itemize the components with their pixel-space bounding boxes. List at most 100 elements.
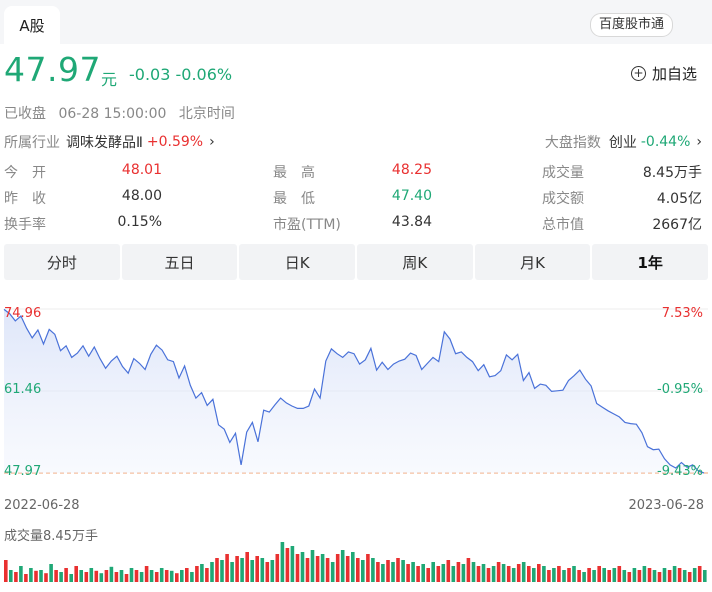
period-tab[interactable]: 分时 — [4, 244, 120, 280]
market-index-link[interactable]: 大盘指数 创业 -0.44% › — [545, 132, 702, 152]
volume-bar — [391, 562, 395, 582]
industry-link[interactable]: 所属行业 调味发酵品Ⅱ +0.59% › — [4, 132, 215, 152]
add-watchlist-label: 加自选 — [652, 64, 698, 83]
connect-badge[interactable]: 百度股市通 — [590, 13, 674, 37]
volume-bar — [431, 562, 435, 582]
volume-bar — [260, 558, 265, 582]
volume-bar — [697, 566, 702, 582]
volume-bar — [205, 568, 209, 582]
volume-bar — [471, 562, 476, 582]
market-status: 已收盘 06-28 15:00:00 北京时间 — [4, 103, 243, 123]
volume-bar — [325, 558, 330, 582]
volume-bar — [516, 564, 521, 582]
stat-value: 47.40 — [391, 188, 432, 204]
volume-bar — [532, 568, 536, 582]
volume-bar — [602, 568, 606, 582]
volume-bar — [14, 572, 18, 582]
volume-bar — [627, 572, 632, 582]
period-tab[interactable]: 1年 — [592, 244, 709, 280]
volume-bar — [677, 568, 682, 582]
market-tab-a-share[interactable]: A股 — [4, 6, 60, 44]
chevron-right-icon: › — [209, 134, 215, 150]
period-tab[interactable]: 日K — [239, 244, 356, 280]
volume-bar — [114, 572, 119, 582]
volume-bar — [129, 568, 134, 582]
volume-bar — [562, 570, 566, 582]
period-tab[interactable]: 周K — [357, 244, 473, 280]
period-tab[interactable]: 月K — [474, 244, 591, 280]
pct-axis-max-label: 7.53% — [662, 306, 703, 321]
volume-bar — [416, 566, 420, 582]
volume-bar — [647, 568, 652, 582]
volume-bar — [527, 566, 531, 582]
add-watchlist-button[interactable]: + 加自选 — [631, 62, 697, 84]
volume-bar — [692, 568, 697, 582]
volume-bar — [64, 568, 68, 582]
volume-bar — [69, 574, 73, 582]
stat-value: 48.01 — [121, 162, 162, 178]
volume-bar — [356, 558, 360, 582]
volume-bar — [552, 568, 556, 582]
volume-bar — [180, 570, 184, 582]
volume-bar — [345, 556, 350, 582]
volume-bar — [19, 566, 23, 582]
y-axis-max-label: 74.96 — [4, 306, 41, 321]
volume-bar — [144, 566, 149, 582]
volume-bar — [330, 562, 335, 582]
price-unit: 元 — [101, 70, 118, 89]
volume-bar — [622, 570, 627, 582]
x-axis-end-label: 2023-06-28 — [628, 498, 704, 513]
industry-name: 调味发酵品Ⅱ — [66, 135, 143, 151]
volume-bar — [436, 566, 441, 582]
volume-bar — [652, 570, 657, 582]
volume-bar — [396, 558, 400, 582]
volume-bar — [300, 552, 305, 582]
volume-bar — [159, 568, 164, 582]
volume-bar — [667, 570, 672, 582]
volume-bar — [461, 564, 466, 582]
volume-bar — [511, 568, 516, 582]
volume-bar — [642, 566, 647, 582]
volume-bar — [134, 570, 139, 582]
volume-bar — [456, 562, 461, 582]
volume-bar — [124, 574, 129, 582]
y-axis-min-label: 47.97 — [4, 464, 41, 479]
volume-bar — [486, 568, 491, 582]
market-index-name: 创业 — [608, 135, 637, 151]
volume-bar — [149, 570, 154, 582]
stat-value: 43.84 — [391, 214, 432, 230]
volume-bar — [215, 558, 219, 582]
stat-value: 0.15% — [117, 214, 162, 230]
stat-value: 8.45万手 — [642, 165, 702, 181]
volume-bar — [24, 574, 28, 582]
volume-bar — [703, 570, 707, 582]
chevron-right-icon: › — [696, 134, 702, 150]
volume-bar — [94, 570, 99, 582]
y-axis-mid-label: 61.46 — [4, 382, 41, 397]
volume-bar — [169, 570, 174, 582]
volume-bar — [597, 566, 601, 582]
volume-bar — [411, 562, 415, 582]
volume-bar — [79, 570, 83, 582]
volume-bar — [104, 570, 109, 582]
volume-bar — [587, 568, 591, 582]
volume-bar — [547, 570, 551, 582]
period-tabs: 分时 五日 日K 周K 月K 1年 — [4, 244, 709, 280]
volume-bar — [421, 564, 425, 582]
volume-bar — [4, 560, 8, 582]
period-tab[interactable]: 五日 — [121, 244, 238, 280]
market-index-label: 大盘指数 — [544, 135, 601, 151]
plus-circle-icon: + — [631, 65, 646, 81]
volume-bar — [381, 564, 385, 582]
volume-bar — [351, 552, 355, 582]
x-axis-start-label: 2022-06-28 — [4, 498, 80, 513]
status-state: 已收盘 — [4, 106, 46, 122]
volume-bar — [401, 560, 405, 582]
price-chart: 74.96 61.46 47.97 7.53% -0.95% -9.43% — [3, 306, 708, 479]
volume-bar — [361, 560, 365, 582]
volume-bar — [9, 570, 13, 582]
stat-value: 4.05亿 — [656, 191, 702, 207]
volume-bar — [119, 570, 124, 582]
pct-axis-mid-label: -0.95% — [657, 382, 703, 397]
volume-bar — [491, 566, 496, 582]
